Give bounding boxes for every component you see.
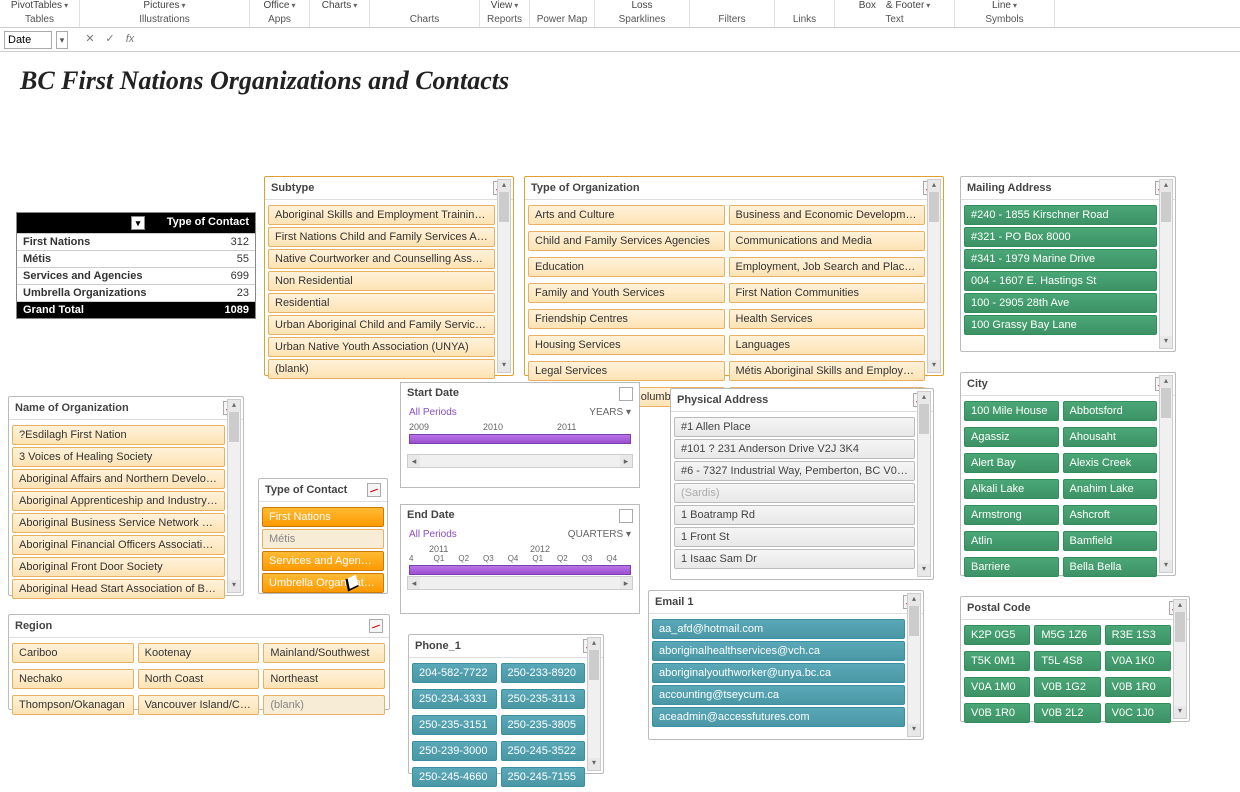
ribbon-group-symbols: Symbols <box>985 14 1023 27</box>
ribbon-group-powermap: Power Map <box>537 14 588 27</box>
timeline-end-date[interactable]: End Date All PeriodsQUARTERS ▾ 20112012 … <box>400 504 640 614</box>
pivot-table: ▾ Type of Contact First Nations312 Métis… <box>16 212 256 319</box>
slicer-region[interactable]: Region Cariboo Kootenay Mainland/Southwe… <box>8 614 390 710</box>
scrollbar[interactable]: ▴▾ <box>1173 599 1187 719</box>
scrollbar[interactable]: ▴▾ <box>1159 179 1173 349</box>
slicer-subtype[interactable]: Subtype Aboriginal Skills and Employment… <box>264 176 514 376</box>
name-box[interactable] <box>4 31 52 49</box>
scrollbar[interactable]: ▴▾ <box>227 399 241 593</box>
formula-input[interactable] <box>142 31 1236 49</box>
ribbon-group-illustrations: Illustrations <box>139 14 190 27</box>
clear-filter-icon[interactable] <box>367 483 381 497</box>
page-title: BC First Nations Organizations and Conta… <box>20 66 1226 96</box>
pivot-count-header: Type of Contact <box>155 213 255 233</box>
cancel-icon[interactable]: ✕ <box>82 31 98 49</box>
timeline-scroll[interactable]: ◂▸ <box>407 576 633 590</box>
slicer-type-of-contact[interactable]: Type of Contact First Nations Métis Serv… <box>258 478 388 594</box>
ribbon-group-filters: Filters <box>718 14 745 27</box>
ribbon-group-reports: Reports <box>487 14 522 27</box>
enter-icon[interactable]: ✓ <box>102 31 118 49</box>
slicer-postal-code[interactable]: Postal Code K2P 0G5M5G 1Z6R3E 1S3 T5K 0M… <box>960 596 1190 722</box>
clear-filter-icon[interactable] <box>369 619 383 633</box>
slicer-phone-1[interactable]: Phone_1 204-582-7722250-233-8920 250-234… <box>408 634 604 774</box>
ribbon-loss[interactable]: Loss <box>627 0 656 11</box>
ribbon-pivottables[interactable]: PivotTables▾ <box>7 0 72 11</box>
ribbon-group-tables: Tables <box>25 14 54 27</box>
ribbon-pictures[interactable]: Pictures▾ <box>139 0 189 11</box>
pivot-grand-total-value: 1089 <box>185 302 255 318</box>
slicer-physical-address[interactable]: Physical Address #1 Allen Place #101 ? 2… <box>670 388 934 580</box>
ribbon-line[interactable]: Line▾ <box>988 0 1021 11</box>
scrollbar[interactable]: ▴▾ <box>1159 375 1173 573</box>
scrollbar[interactable]: ▴▾ <box>927 179 941 373</box>
pivot-row-label: First Nations <box>17 234 185 250</box>
fx-icon[interactable]: fx <box>122 31 138 49</box>
scrollbar[interactable]: ▴▾ <box>587 637 601 771</box>
timeline-bar[interactable] <box>409 565 631 575</box>
ribbon-group-text: Text <box>885 14 903 27</box>
slicer-item[interactable]: Aboriginal Skills and Employment Trainin… <box>268 205 495 225</box>
slicer-item-first-nations[interactable]: First Nations <box>262 507 384 527</box>
ribbon-group-charts: Charts <box>410 14 439 27</box>
slicer-type-of-organization[interactable]: Type of Organization Arts and CultureBus… <box>524 176 944 376</box>
timeline-start-date[interactable]: Start Date All PeriodsYEARS ▾ 2009201020… <box>400 382 640 488</box>
ribbon-box[interactable]: Box <box>855 0 880 11</box>
ribbon-group-sparklines: Sparklines <box>619 14 666 27</box>
scrollbar[interactable]: ▴▾ <box>907 593 921 737</box>
ribbon-charts-dd[interactable]: Charts▾ <box>318 0 361 11</box>
ribbon: PivotTables▾ Tables Pictures▾ Illustrati… <box>0 0 1240 28</box>
ribbon-footer[interactable]: & Footer▾ <box>882 0 934 11</box>
timeline-scroll[interactable]: ◂▸ <box>407 454 633 468</box>
slicer-city[interactable]: City 100 Mile HouseAbbotsford AgassizAho… <box>960 372 1176 576</box>
ribbon-group-links: Links <box>793 14 816 27</box>
ribbon-office[interactable]: Office▾ <box>260 0 300 11</box>
scrollbar[interactable]: ▴▾ <box>917 391 931 577</box>
scrollbar[interactable]: ▴▾ <box>497 179 511 373</box>
pivot-filter-dropdown[interactable]: ▾ <box>131 216 145 230</box>
ribbon-group-apps: Apps <box>268 14 291 27</box>
clear-filter-icon[interactable] <box>619 509 633 523</box>
slicer-name-of-organization[interactable]: Name of Organization ?Esdilagh First Nat… <box>8 396 244 596</box>
pivot-grand-total-label: Grand Total <box>17 302 185 318</box>
clear-filter-icon[interactable] <box>619 387 633 401</box>
slicer-mailing-address[interactable]: Mailing Address #240 - 1855 Kirschner Ro… <box>960 176 1176 352</box>
name-box-dropdown[interactable]: ▾ <box>56 31 68 49</box>
slicer-email-1[interactable]: Email 1 aa_afd@hotmail.com aboriginalhea… <box>648 590 924 740</box>
formula-bar: ▾ ✕ ✓ fx <box>0 28 1240 52</box>
timeline-bar[interactable] <box>409 434 631 444</box>
ribbon-view[interactable]: View▾ <box>487 0 523 11</box>
